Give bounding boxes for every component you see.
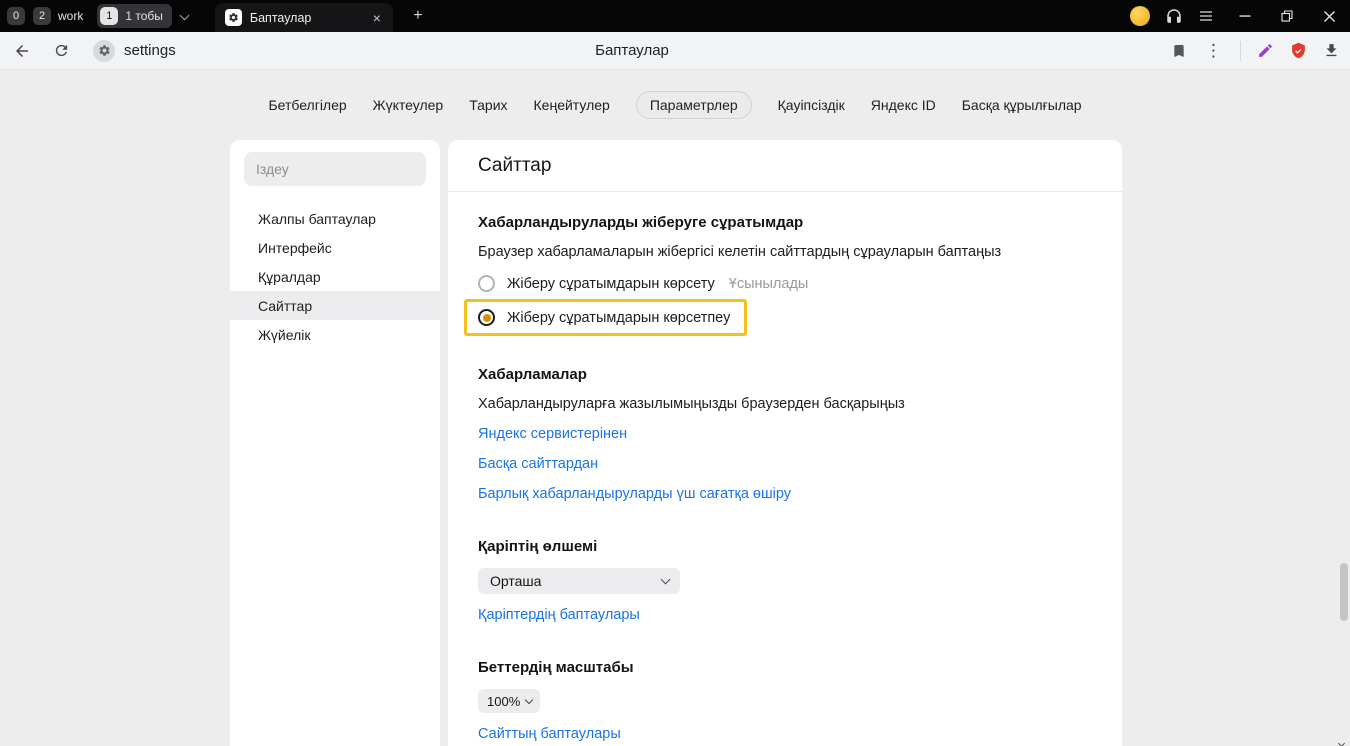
highlight-annotation: Жіберу сұратымдарын көрсетпеу (464, 299, 747, 336)
work-group-count-badge: 2 (33, 7, 51, 25)
push-requests-description: Браузер хабарламаларын жібергісі келетін… (478, 244, 1092, 260)
font-size-section: Қаріптің өлшемі Орташа Қаріптердің бапта… (478, 538, 1092, 623)
refresh-icon[interactable] (44, 34, 78, 68)
settings-layout: Жалпы баптаулар Интерфейс Құралдар Сайтт… (230, 140, 1122, 746)
page-scale-section: Беттердің масштабы 100% Сайттың баптаула… (478, 659, 1092, 742)
notifications-section: Хабарламалар Хабарландыруларға жазылымың… (478, 366, 1092, 502)
radio-show-requests[interactable]: Жіберу сұратымдарын көрсету Ұсынылады (478, 275, 1092, 292)
hamburger-menu-icon[interactable] (1198, 8, 1214, 24)
window-restore-button[interactable] (1266, 0, 1308, 32)
sidebar-item-sites[interactable]: Сайттар (230, 291, 440, 320)
page-title: Сайттар (448, 140, 1122, 192)
new-tab-button[interactable]: + (406, 4, 430, 28)
font-size-heading: Қаріптің өлшемі (478, 538, 1092, 555)
nav-tab-bookmarks[interactable]: Бетбелгілер (268, 92, 346, 118)
radio-unselected-icon[interactable] (478, 275, 495, 292)
group-chevron-down-icon[interactable] (177, 2, 194, 31)
sidebar-list: Жалпы баптаулар Интерфейс Құралдар Сайтт… (230, 204, 440, 349)
link-mute-all-notifications[interactable]: Барлық хабарландыруларды үш сағатқа өшір… (478, 486, 791, 502)
page-scale-select[interactable]: 100% (478, 689, 540, 713)
link-yandex-services[interactable]: Яндекс сервистерінен (478, 426, 627, 442)
settings-sidebar: Жалпы баптаулар Интерфейс Құралдар Сайтт… (230, 140, 440, 746)
font-size-select[interactable]: Орташа (478, 568, 680, 594)
sidebar-item-tools[interactable]: Құралдар (230, 262, 440, 291)
sidebar-search[interactable] (244, 152, 426, 186)
tab-close-icon[interactable]: × (371, 9, 383, 27)
link-site-settings[interactable]: Сайттың баптаулары (478, 726, 621, 742)
radio-hide-label[interactable]: Жіберу сұратымдарын көрсетпеу (507, 310, 730, 326)
page-scale-value: 100% (487, 694, 520, 709)
toolbar-divider (1240, 41, 1241, 61)
radio-selected-icon[interactable] (478, 309, 495, 326)
settings-body: Хабарландыруларды жіберуге сұратымдар Бр… (448, 192, 1122, 742)
tab-strip: 0 2 work 1 1 тобы Баптаулар × + (0, 0, 1130, 32)
tab-group-active[interactable]: 1 1 тобы (97, 4, 172, 28)
active-tab-title: Баптаулар (250, 11, 363, 25)
nav-tab-yandex-id[interactable]: Яндекс ID (871, 92, 936, 118)
nav-tab-settings[interactable]: Параметрлер (636, 91, 752, 119)
radio-show-label[interactable]: Жіберу сұратымдарын көрсету (507, 276, 715, 292)
nav-tab-security[interactable]: Қауіпсіздік (778, 92, 845, 118)
site-identity-chip[interactable]: settings (93, 40, 176, 62)
sidebar-item-general[interactable]: Жалпы баптаулар (230, 204, 440, 233)
active-group-count-badge: 1 (100, 7, 118, 25)
page-scale-heading: Беттердің масштабы (478, 659, 1092, 676)
nav-tab-extensions[interactable]: Кеңейтулер (534, 92, 610, 118)
link-font-settings[interactable]: Қаріптердің баптаулары (478, 607, 640, 623)
sidebar-item-interface[interactable]: Интерфейс (230, 233, 440, 262)
url-text[interactable]: settings (124, 42, 176, 59)
address-toolbar: settings Баптаулар ⋮ (0, 32, 1350, 70)
settings-content: Сайттар Хабарландыруларды жіберуге сұрат… (448, 140, 1122, 746)
scrollbar-down-arrow-icon[interactable] (1337, 733, 1347, 743)
link-other-sites[interactable]: Басқа сайттардан (478, 456, 598, 472)
site-favicon-icon (93, 40, 115, 62)
active-group-label: 1 тобы (125, 9, 163, 23)
browser-window: 0 2 work 1 1 тобы Баптаулар × + (0, 0, 1350, 746)
notifications-description: Хабарландыруларға жазылымыңызды браузерд… (478, 396, 1092, 412)
chevron-down-icon (661, 575, 671, 585)
search-input[interactable] (244, 161, 426, 177)
more-options-dots-icon[interactable]: ⋮ (1203, 42, 1224, 59)
work-group-label: work (58, 9, 83, 23)
window-minimize-button[interactable] (1224, 0, 1266, 32)
toolbar-page-title: Баптаулар (595, 42, 669, 59)
active-tab[interactable]: Баптаулар × (215, 3, 393, 32)
notifications-heading: Хабарламалар (478, 366, 1092, 383)
nav-tab-other-devices[interactable]: Басқа құрылғылар (962, 92, 1082, 118)
pen-extension-icon[interactable] (1257, 42, 1274, 59)
window-close-button[interactable] (1308, 0, 1350, 32)
titlebar: 0 2 work 1 1 тобы Баптаулар × + (0, 0, 1350, 32)
titlebar-controls (1130, 0, 1350, 32)
recommended-badge: Ұсынылады (729, 276, 809, 292)
collapsed-group-badge[interactable]: 0 (7, 7, 25, 25)
back-arrow-icon[interactable] (5, 34, 39, 68)
push-requests-section: Хабарландыруларды жіберуге сұратымдар Бр… (478, 214, 1092, 336)
nav-tab-history[interactable]: Тарих (469, 92, 507, 118)
shield-extension-icon[interactable] (1290, 42, 1307, 59)
bookmark-icon[interactable] (1171, 43, 1187, 59)
push-requests-heading: Хабарландыруларды жіберуге сұратымдар (478, 214, 1092, 231)
voice-assistant-headset-icon[interactable] (1165, 7, 1183, 25)
chevron-down-icon (525, 695, 533, 703)
settings-nav: Бетбелгілер Жүктеулер Тарих Кеңейтулер П… (0, 70, 1350, 119)
profile-avatar[interactable] (1130, 6, 1150, 26)
scrollbar-thumb[interactable] (1340, 563, 1348, 621)
nav-tab-downloads[interactable]: Жүктеулер (373, 92, 444, 118)
radio-hide-requests[interactable]: Жіберу сұратымдарын көрсетпеу (478, 309, 730, 326)
font-size-value: Орташа (490, 573, 541, 589)
tab-group-work[interactable]: 2 work (30, 4, 92, 28)
toolbar-actions: ⋮ (1171, 41, 1340, 61)
settings-gear-favicon-icon (225, 9, 242, 26)
download-icon[interactable] (1323, 42, 1340, 59)
sidebar-item-system[interactable]: Жүйелік (230, 320, 440, 349)
settings-page: Бетбелгілер Жүктеулер Тарих Кеңейтулер П… (0, 70, 1350, 746)
